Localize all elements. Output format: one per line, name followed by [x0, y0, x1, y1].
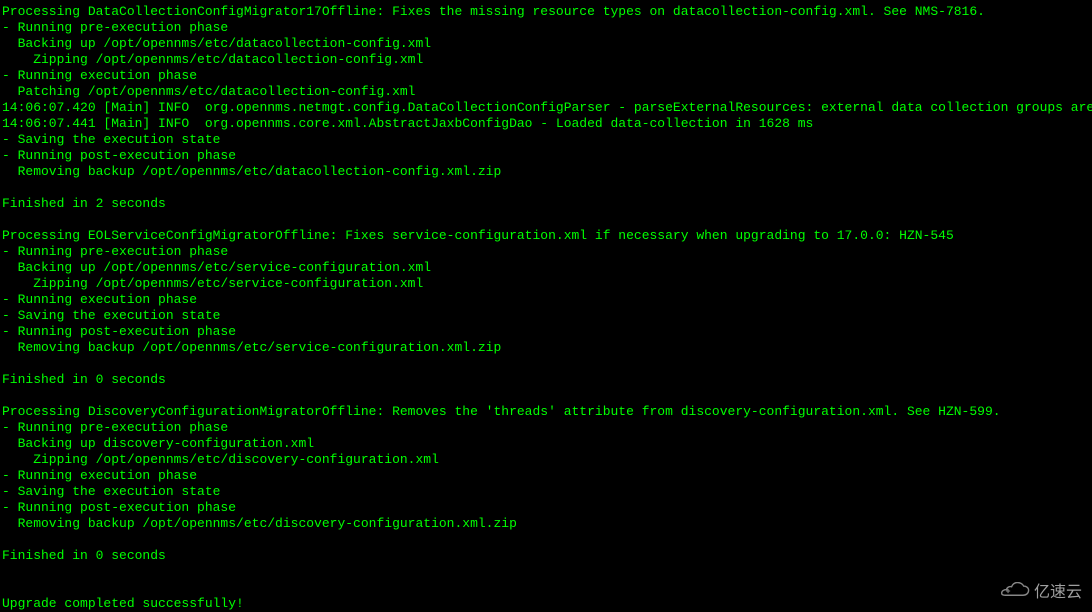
terminal-line: Backing up discovery-configuration.xml	[2, 436, 1092, 452]
terminal-line: Processing DataCollectionConfigMigrator1…	[2, 4, 1092, 20]
terminal-line: Finished in 2 seconds	[2, 196, 1092, 212]
terminal-line: Backing up /opt/opennms/etc/service-conf…	[2, 260, 1092, 276]
terminal-line: 14:06:07.441 [Main] INFO org.opennms.cor…	[2, 116, 1092, 132]
terminal-line	[2, 212, 1092, 228]
terminal-line: Processing EOLServiceConfigMigratorOffli…	[2, 228, 1092, 244]
terminal-line: - Running pre-execution phase	[2, 244, 1092, 260]
terminal-line	[2, 388, 1092, 404]
terminal-line: - Running pre-execution phase	[2, 420, 1092, 436]
terminal-line: Removing backup /opt/opennms/etc/discove…	[2, 516, 1092, 532]
terminal-line: - Running execution phase	[2, 68, 1092, 84]
terminal-line: Zipping /opt/opennms/etc/discovery-confi…	[2, 452, 1092, 468]
terminal-line: - Saving the execution state	[2, 308, 1092, 324]
terminal-line	[2, 356, 1092, 372]
terminal-line: - Running execution phase	[2, 292, 1092, 308]
terminal-line	[2, 180, 1092, 196]
terminal-line: Removing backup /opt/opennms/etc/service…	[2, 340, 1092, 356]
watermark: 亿速云	[996, 582, 1082, 604]
terminal-line: Zipping /opt/opennms/etc/datacollection-…	[2, 52, 1092, 68]
terminal-line: - Running post-execution phase	[2, 500, 1092, 516]
terminal-line: - Saving the execution state	[2, 484, 1092, 500]
terminal-line: Zipping /opt/opennms/etc/service-configu…	[2, 276, 1092, 292]
terminal-line	[2, 580, 1092, 596]
terminal-line: Processing DiscoveryConfigurationMigrato…	[2, 404, 1092, 420]
terminal-output: Processing DataCollectionConfigMigrator1…	[2, 4, 1092, 612]
terminal-line: Finished in 0 seconds	[2, 548, 1092, 564]
cloud-icon	[996, 582, 1030, 604]
terminal-line: 14:06:07.420 [Main] INFO org.opennms.net…	[2, 100, 1092, 116]
terminal-line: Backing up /opt/opennms/etc/datacollecti…	[2, 36, 1092, 52]
terminal-line	[2, 564, 1092, 580]
terminal-line: Finished in 0 seconds	[2, 372, 1092, 388]
terminal-line: - Saving the execution state	[2, 132, 1092, 148]
watermark-text: 亿速云	[1034, 585, 1082, 601]
terminal-line: - Running pre-execution phase	[2, 20, 1092, 36]
terminal-line: - Running post-execution phase	[2, 324, 1092, 340]
terminal-line: Removing backup /opt/opennms/etc/datacol…	[2, 164, 1092, 180]
terminal-line: Patching /opt/opennms/etc/datacollection…	[2, 84, 1092, 100]
terminal-line: - Running post-execution phase	[2, 148, 1092, 164]
terminal-line	[2, 532, 1092, 548]
terminal-line: - Running execution phase	[2, 468, 1092, 484]
